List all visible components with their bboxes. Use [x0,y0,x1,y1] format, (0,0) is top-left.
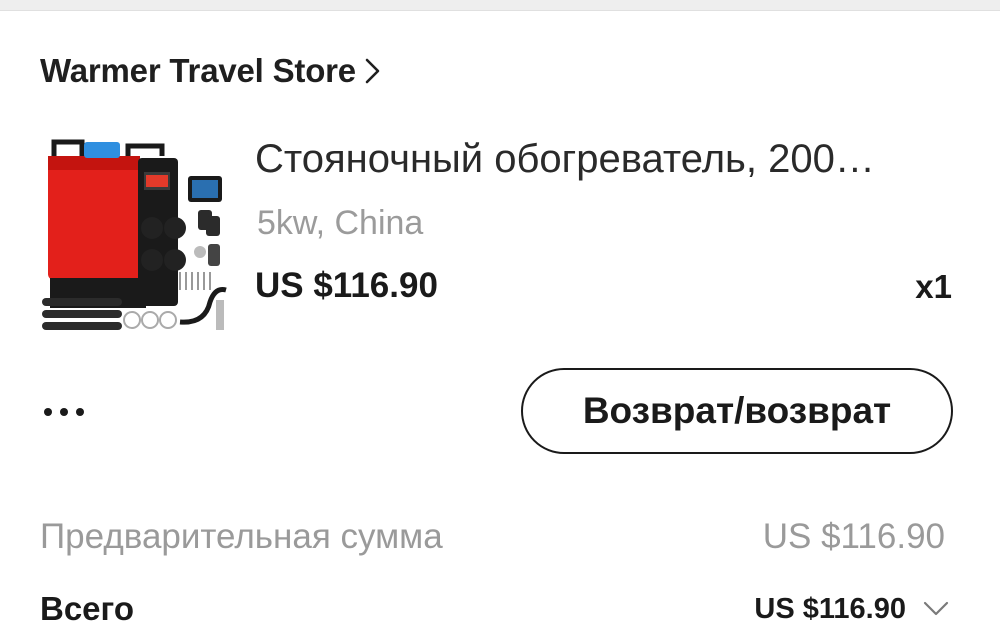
more-dots-icon [44,408,84,416]
subtotal-label: Предварительная сумма [40,517,443,556]
top-divider-strip [0,0,1000,11]
store-link[interactable]: Warmer Travel Store [40,50,384,92]
chevron-right-icon [365,58,380,84]
total-expand-toggle[interactable]: US $116.90 [754,588,950,630]
product-title[interactable]: Стояночный обогреватель, 200… [255,136,945,182]
total-value: US $116.90 [754,592,906,625]
product-variant: 5kw, China [257,204,424,242]
total-label: Всего [40,590,135,627]
subtotal-value: US $116.90 [762,517,945,556]
return-button[interactable]: Возврат/возврат [521,368,953,454]
product-image[interactable] [40,132,230,338]
store-name: Warmer Travel Store [40,52,356,89]
more-options-button[interactable] [44,392,100,432]
product-price: US $116.90 [255,266,438,305]
product-quantity: x1 [915,268,952,305]
chevron-down-icon [923,601,949,616]
